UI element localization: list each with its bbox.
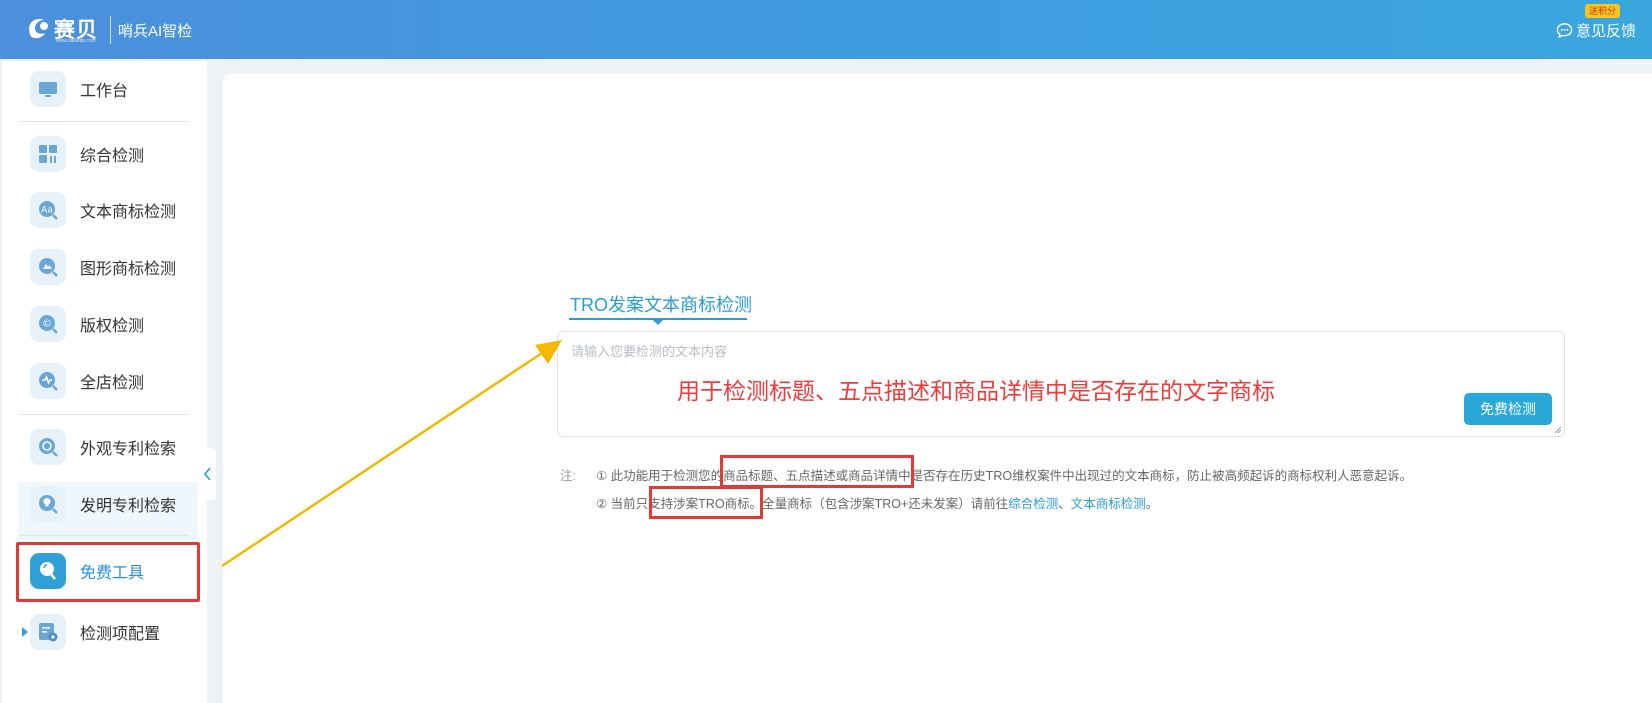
tab-active-pointer: [652, 319, 664, 325]
sidebar-item-label: 检测项配置: [80, 626, 161, 643]
sidebar-item-design-patent[interactable]: 外观专利检索: [30, 421, 200, 473]
svg-text:Aa: Aa: [41, 206, 53, 216]
product-name: 哨兵AI智检: [118, 23, 193, 40]
sidebar-item-label: 版权检测: [80, 318, 145, 335]
highlight-box-product-fields: [720, 455, 914, 488]
free-tools-highlight-box: [16, 542, 200, 602]
feedback-label: 意见反馈: [1576, 22, 1637, 40]
logo-mark-icon: [29, 19, 48, 39]
patent-design-icon: [30, 429, 66, 465]
points-badge: 送积分: [1585, 4, 1621, 18]
link-text-trademark-check[interactable]: 文本商标检测: [1071, 497, 1146, 511]
sidebar-item-image-trademark[interactable]: 图形商标检测: [30, 241, 200, 293]
input-placeholder: 请输入您要检测的文本内容: [571, 344, 728, 359]
free-check-button[interactable]: 免费检测: [1464, 393, 1552, 425]
copyright-search-icon: ©: [30, 306, 66, 342]
logo-url: www.saibeiip.com: [56, 38, 96, 44]
image-search-icon: [30, 249, 66, 285]
highlight-box-tro-only: [649, 486, 763, 519]
sidebar-item-label: 全店检测: [80, 375, 145, 392]
top-header: 赛贝 www.saibeiip.com 哨兵AI智检 意见反馈 送积分: [0, 0, 1652, 59]
annotation-text: 用于检测标题、五点描述和商品详情中是否存在的文字商标: [677, 378, 1275, 404]
sidebar-item-workbench[interactable]: 工作台: [30, 63, 200, 115]
sidebar-item-invention-patent[interactable]: 发明专利检索: [30, 478, 200, 530]
sidebar-item-label: 图形商标检测: [80, 261, 177, 278]
config-icon: [30, 614, 66, 650]
note-line-1: ① 此功能用于检测您的商品标题、五点描述或商品详情中是否存在历史TRO维权案件中…: [596, 469, 1413, 483]
sidebar-divider: [20, 414, 188, 415]
store-search-icon: [30, 363, 66, 399]
caret-right-icon[interactable]: [22, 627, 28, 637]
chevron-left-icon: [203, 467, 211, 481]
grid-icon: [30, 136, 66, 172]
link-comprehensive-check[interactable]: 综合检测: [1008, 497, 1058, 511]
sidebar-item-copyright[interactable]: © 版权检测: [30, 298, 200, 350]
note-line-2-suffix: 。: [1145, 497, 1159, 511]
sidebar-item-label: 发明专利检索: [80, 498, 177, 515]
notes-label: 注:: [560, 469, 576, 483]
sidebar-item-label: 综合检测: [80, 148, 145, 165]
monitor-icon: [30, 71, 66, 107]
sidebar-item-label: 外观专利检索: [80, 441, 177, 458]
svg-text:©: ©: [42, 319, 52, 330]
feedback-button[interactable]: 意见反馈: [1556, 19, 1636, 41]
sidebar-divider: [20, 121, 188, 122]
resize-grip-icon[interactable]: [1554, 426, 1562, 434]
sidebar-divider: [20, 535, 188, 536]
sidebar-item-label: 文本商标检测: [80, 204, 177, 221]
sidebar-item-text-trademark[interactable]: Aa 文本商标检测: [30, 184, 200, 236]
chat-bubble-icon: [1556, 22, 1573, 38]
sidebar-item-label: 工作台: [80, 83, 129, 100]
note-separator: 、: [1058, 497, 1071, 511]
sidebar-item-store[interactable]: 全店检测: [30, 355, 200, 407]
patent-invention-icon: [30, 486, 66, 522]
sidebar-collapse-handle[interactable]: [200, 448, 216, 500]
header-divider: [110, 16, 111, 44]
sidebar-item-comprehensive[interactable]: 综合检测: [30, 128, 200, 180]
text-search-icon: Aa: [30, 192, 66, 228]
saibei-logo[interactable]: 赛贝 www.saibeiip.com: [26, 14, 104, 46]
tab-tro-text-trademark[interactable]: TRO发案文本商标检测: [570, 291, 752, 317]
sidebar-item-check-config[interactable]: 检测项配置: [30, 606, 200, 658]
